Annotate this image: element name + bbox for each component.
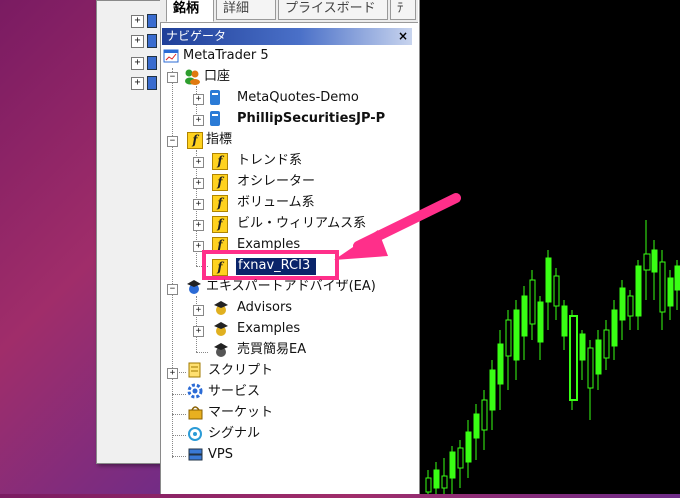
- expand-icon[interactable]: +: [131, 15, 144, 28]
- navigator-title: ナビゲータ: [166, 29, 227, 43]
- folder-icon: [147, 34, 157, 48]
- tree-expert-item[interactable]: 売買簡易EA: [237, 341, 306, 359]
- folder-icon: [147, 56, 157, 70]
- tree-services-label[interactable]: サービス: [208, 383, 260, 401]
- navigator-title-bar: ナビゲータ ×: [162, 28, 412, 45]
- basket-icon: [188, 406, 203, 420]
- tree-expert-folder[interactable]: Advisors: [237, 299, 292, 317]
- tab-strip: 銘柄 詳細 プライスボード ﾃ: [160, 0, 418, 23]
- function-f-icon: f: [212, 174, 228, 191]
- annotation-arrow: [334, 193, 461, 260]
- tree-line: [172, 414, 186, 415]
- expand-icon[interactable]: +: [193, 157, 204, 168]
- expand-icon[interactable]: +: [131, 77, 144, 90]
- broker-icon: [210, 111, 220, 126]
- function-f-icon: f: [212, 259, 228, 276]
- server-icon: [188, 448, 203, 461]
- collapse-icon[interactable]: −: [167, 136, 178, 147]
- script-icon: [188, 362, 201, 378]
- expert-hat-icon: [214, 301, 228, 315]
- function-f-icon: f: [212, 153, 228, 170]
- gear-icon: [187, 383, 203, 399]
- tree-scripts-label[interactable]: スクリプト: [208, 362, 273, 380]
- expand-icon[interactable]: +: [131, 35, 144, 48]
- expand-icon[interactable]: +: [193, 199, 204, 210]
- expert-hat-icon: [214, 343, 228, 357]
- signal-icon: [188, 427, 202, 441]
- tree-indicator-folder[interactable]: ボリューム系: [237, 194, 315, 212]
- window-icon: [163, 49, 179, 63]
- function-f-icon: f: [212, 195, 228, 212]
- collapse-icon[interactable]: −: [167, 72, 178, 83]
- folder-icon: [147, 14, 157, 28]
- expand-icon[interactable]: +: [193, 178, 204, 189]
- broker-icon: [210, 90, 220, 105]
- tree-accounts-label[interactable]: 口座: [204, 68, 230, 86]
- tree-experts-label[interactable]: エキスパートアドバイザ(EA): [206, 278, 376, 296]
- tree-account-item[interactable]: MetaQuotes-Demo: [237, 89, 359, 107]
- tab-details[interactable]: 詳細: [216, 0, 276, 20]
- people-icon: [185, 69, 200, 85]
- function-f-icon: f: [212, 216, 228, 233]
- tree-expert-folder[interactable]: Examples: [237, 320, 300, 338]
- collapse-icon[interactable]: −: [167, 284, 178, 295]
- tree-root-label[interactable]: MetaTrader 5: [183, 47, 269, 65]
- tree-line: [172, 394, 186, 395]
- tree-market-label[interactable]: マーケット: [208, 404, 273, 422]
- tree-line: [172, 456, 186, 457]
- tree-line: [172, 435, 186, 436]
- expand-icon[interactable]: +: [193, 326, 204, 337]
- tab-price-board[interactable]: プライスボード: [278, 0, 388, 20]
- tree-indicator-folder[interactable]: トレンド系: [237, 152, 302, 170]
- expert-hat-icon: [214, 322, 228, 336]
- expand-icon[interactable]: +: [167, 368, 178, 379]
- expand-icon[interactable]: +: [193, 220, 204, 231]
- tree-line: [196, 352, 208, 353]
- tab-more[interactable]: ﾃ: [390, 0, 416, 20]
- background-window: + + + +: [96, 0, 168, 464]
- close-icon[interactable]: ×: [398, 28, 408, 45]
- tree-indicator-folder[interactable]: オシレーター: [237, 173, 315, 191]
- expand-icon[interactable]: +: [193, 305, 204, 316]
- function-f-icon: f: [187, 132, 203, 149]
- folder-icon: [147, 76, 157, 90]
- expand-icon[interactable]: +: [193, 115, 204, 126]
- expand-icon[interactable]: +: [131, 57, 144, 70]
- tab-symbols[interactable]: 銘柄: [166, 0, 214, 22]
- expand-icon[interactable]: +: [193, 94, 204, 105]
- tree-vps-label[interactable]: VPS: [208, 446, 233, 464]
- expert-hat-icon: [187, 280, 201, 294]
- tree-line: [172, 68, 173, 458]
- tree-indicators-label[interactable]: 指標: [206, 131, 232, 149]
- tree-account-item[interactable]: PhillipSecuritiesJP-P: [237, 110, 385, 128]
- tree-indicator-selected[interactable]: fxnav_RCI3: [238, 257, 310, 275]
- tree-signals-label[interactable]: シグナル: [208, 425, 260, 443]
